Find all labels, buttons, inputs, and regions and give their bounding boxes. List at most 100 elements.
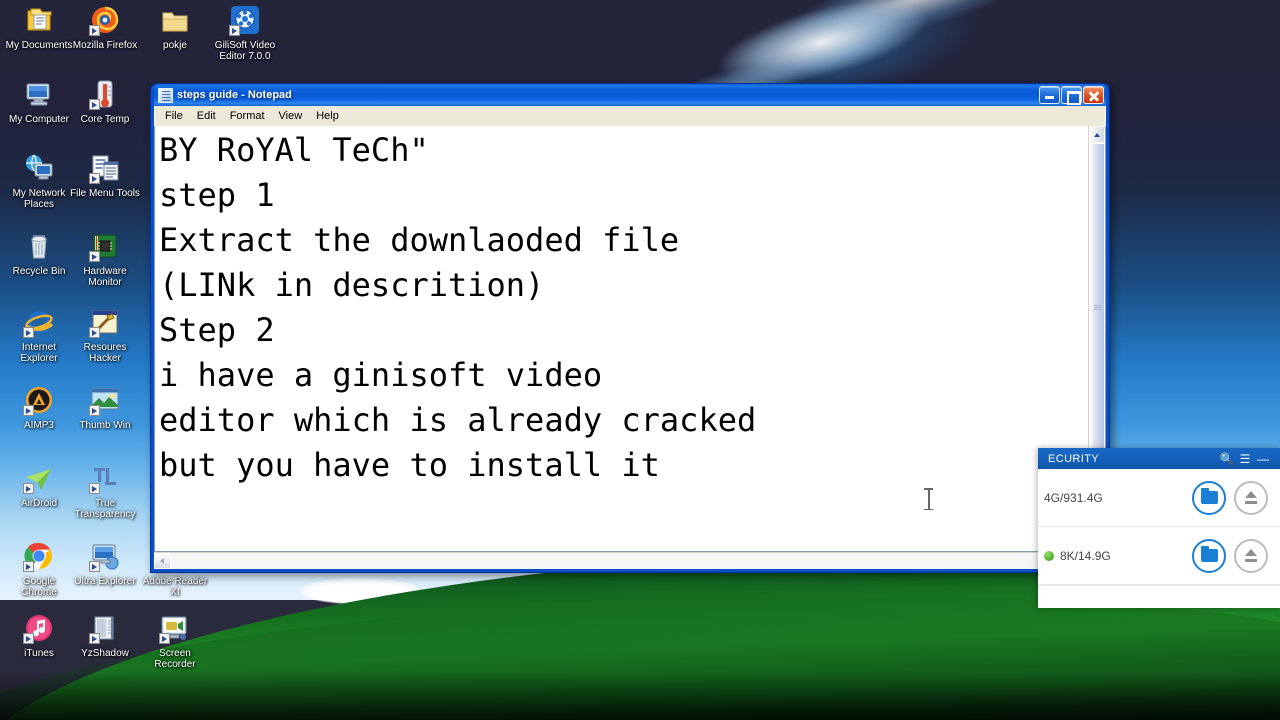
desktop-icon-label: Screen Recorder — [154, 648, 196, 670]
desktop-icon-hardware-monitor[interactable]: Hardware Monitor — [70, 230, 140, 288]
desktop-icon-label: AirDroid — [20, 498, 58, 509]
shortcut-arrow-icon — [23, 327, 34, 338]
menu-help[interactable]: Help — [309, 108, 346, 124]
menu-format[interactable]: Format — [223, 108, 272, 124]
desktop-icon-core-temp[interactable]: Core Temp — [70, 78, 140, 125]
usb-security-panel[interactable]: ECURITY 🔍 ☰ — 4G/931.4G 8K/14.9G — [1038, 448, 1280, 608]
my-computer-icon — [23, 78, 55, 110]
search-icon[interactable]: 🔍 — [1218, 452, 1236, 466]
eject-icon — [1244, 549, 1258, 562]
my-network-places-icon — [23, 152, 55, 184]
desktop-icon-label: Resoures Hacker — [83, 342, 127, 364]
desktop[interactable]: My Documents Mozilla Firefox pokje GiliSoft… — [0, 0, 1280, 720]
maximize-button[interactable] — [1061, 86, 1082, 105]
eject-icon — [1244, 491, 1258, 504]
shortcut-arrow-icon — [89, 483, 100, 494]
desktop-icon-my-documents[interactable]: My Documents — [4, 4, 74, 51]
vertical-scroll-thumb[interactable] — [1089, 143, 1105, 472]
desktop-icon-label: My Computer — [8, 114, 69, 125]
yzshadow-icon — [89, 612, 121, 644]
google-chrome-icon — [23, 540, 55, 572]
horizontal-scrollbar[interactable] — [154, 552, 1106, 569]
desktop-icon-label: Core Temp — [80, 114, 130, 125]
desktop-icon-label: Adobe Reader XI — [142, 576, 208, 598]
folder-icon — [1200, 546, 1218, 562]
desktop-icon-ultra-explorer[interactable]: Ultra Explorer — [70, 540, 140, 587]
shortcut-arrow-icon — [89, 99, 100, 110]
desktop-icon-label: My Network Places — [12, 188, 66, 210]
desktop-icon-yzshadow[interactable]: YzShadow — [70, 612, 140, 659]
desktop-icon-true-transparency[interactable]: True Transparency — [70, 462, 140, 520]
aimp3-icon — [23, 384, 55, 416]
desktop-icon-label: GiliSoft Video Editor 7.0.0 — [214, 40, 276, 62]
desktop-icon-recycle-bin[interactable]: Recycle Bin — [4, 230, 74, 277]
desktop-icon-label: Google Chrome — [21, 576, 57, 598]
desktop-icon-mozilla-firefox[interactable]: Mozilla Firefox — [70, 4, 140, 51]
menu-edit[interactable]: Edit — [190, 108, 223, 124]
menu-view[interactable]: View — [272, 108, 310, 124]
drive-capacity: 8K/14.9G — [1060, 548, 1111, 563]
itunes-icon — [23, 612, 55, 644]
panel-title: ECURITY — [1048, 452, 1100, 465]
desktop-icon-airdroid[interactable]: AirDroid — [4, 462, 74, 509]
notepad-text-content[interactable]: BY RoYAl TeCh" step 1 Extract the downla… — [155, 126, 1088, 488]
desktop-icon-label: Internet Explorer — [20, 342, 58, 364]
desktop-icon-internet-explorer[interactable]: Internet Explorer — [4, 306, 74, 364]
drive-row[interactable]: 8K/14.9G — [1038, 527, 1280, 585]
firefox-icon — [89, 4, 121, 36]
desktop-icon-gilisoft-video-editor-7-0-0[interactable]: GiliSoft Video Editor 7.0.0 — [210, 4, 280, 62]
notepad-titlebar[interactable]: steps guide - Notepad — [154, 84, 1106, 106]
open-folder-button[interactable] — [1192, 538, 1226, 573]
scroll-up-arrow[interactable] — [1089, 126, 1105, 143]
eject-button[interactable] — [1234, 538, 1268, 573]
desktop-icon-itunes[interactable]: iTunes — [4, 612, 74, 659]
desktop-icon-aimp3[interactable]: AIMP3 — [4, 384, 74, 431]
desktop-icon-label: True Transparency — [74, 498, 136, 520]
desktop-icon-file-menu-tools[interactable]: File Menu Tools — [70, 152, 140, 199]
shortcut-arrow-icon — [89, 173, 100, 184]
shortcut-arrow-icon — [23, 633, 34, 644]
desktop-icon-label: Ultra Explorer — [74, 576, 136, 587]
shortcut-arrow-icon — [89, 561, 100, 572]
menu-file[interactable]: File — [158, 108, 190, 124]
notepad-text-area[interactable]: BY RoYAl TeCh" step 1 Extract the downla… — [155, 126, 1088, 551]
close-button[interactable] — [1083, 86, 1104, 104]
notepad-body[interactable]: BY RoYAl TeCh" step 1 Extract the downla… — [154, 126, 1106, 552]
desktop-icon-google-chrome[interactable]: Google Chrome — [4, 540, 74, 598]
status-indicator-icon — [1044, 550, 1054, 561]
eject-button[interactable] — [1234, 480, 1268, 515]
minimize-icon[interactable]: — — [1254, 452, 1272, 466]
drive-capacity: 4G/931.4G — [1044, 490, 1103, 505]
open-folder-button[interactable] — [1192, 480, 1226, 515]
scroll-left-arrow[interactable] — [154, 553, 171, 569]
screen-recorder-icon — [159, 612, 191, 644]
desktop-icon-label: Thumb Win — [79, 420, 131, 431]
gilisoft-video-editor-icon — [229, 4, 261, 36]
desktop-icon-resoures-hacker[interactable]: Resoures Hacker — [70, 306, 140, 364]
shortcut-arrow-icon — [89, 327, 100, 338]
resource-hacker-icon — [89, 306, 121, 338]
desktop-icon-screen-recorder[interactable]: Screen Recorder — [140, 612, 210, 670]
shortcut-arrow-icon — [229, 25, 240, 36]
shortcut-arrow-icon — [23, 483, 34, 494]
shortcut-arrow-icon — [89, 405, 100, 416]
shortcut-arrow-icon — [23, 561, 34, 572]
internet-explorer-icon — [23, 306, 55, 338]
desktop-icon-my-computer[interactable]: My Computer — [4, 78, 74, 125]
desktop-icon-pokje[interactable]: pokje — [140, 4, 210, 51]
desktop-icon-label: File Menu Tools — [70, 188, 140, 199]
recycle-bin-icon — [23, 230, 55, 262]
desktop-icon-my-network-places[interactable]: My Network Places — [4, 152, 74, 210]
desktop-icon-thumb-win[interactable]: Thumb Win — [70, 384, 140, 431]
desktop-icon-label: AIMP3 — [23, 420, 54, 431]
desktop-icon-label: Hardware Monitor — [83, 266, 127, 288]
notepad-menubar[interactable]: File Edit Format View Help — [154, 106, 1106, 126]
drive-row[interactable]: 4G/931.4G — [1038, 469, 1280, 527]
file-menu-tools-icon — [89, 152, 121, 184]
hamburger-menu-icon[interactable]: ☰ — [1236, 452, 1254, 466]
notepad-window[interactable]: steps guide - Notepad File Edit Format V… — [150, 83, 1110, 573]
minimize-button[interactable] — [1039, 86, 1060, 104]
folder-icon — [159, 4, 191, 36]
desktop-icon-label: My Documents — [5, 40, 73, 51]
horizontal-scroll-track[interactable] — [171, 553, 1072, 569]
